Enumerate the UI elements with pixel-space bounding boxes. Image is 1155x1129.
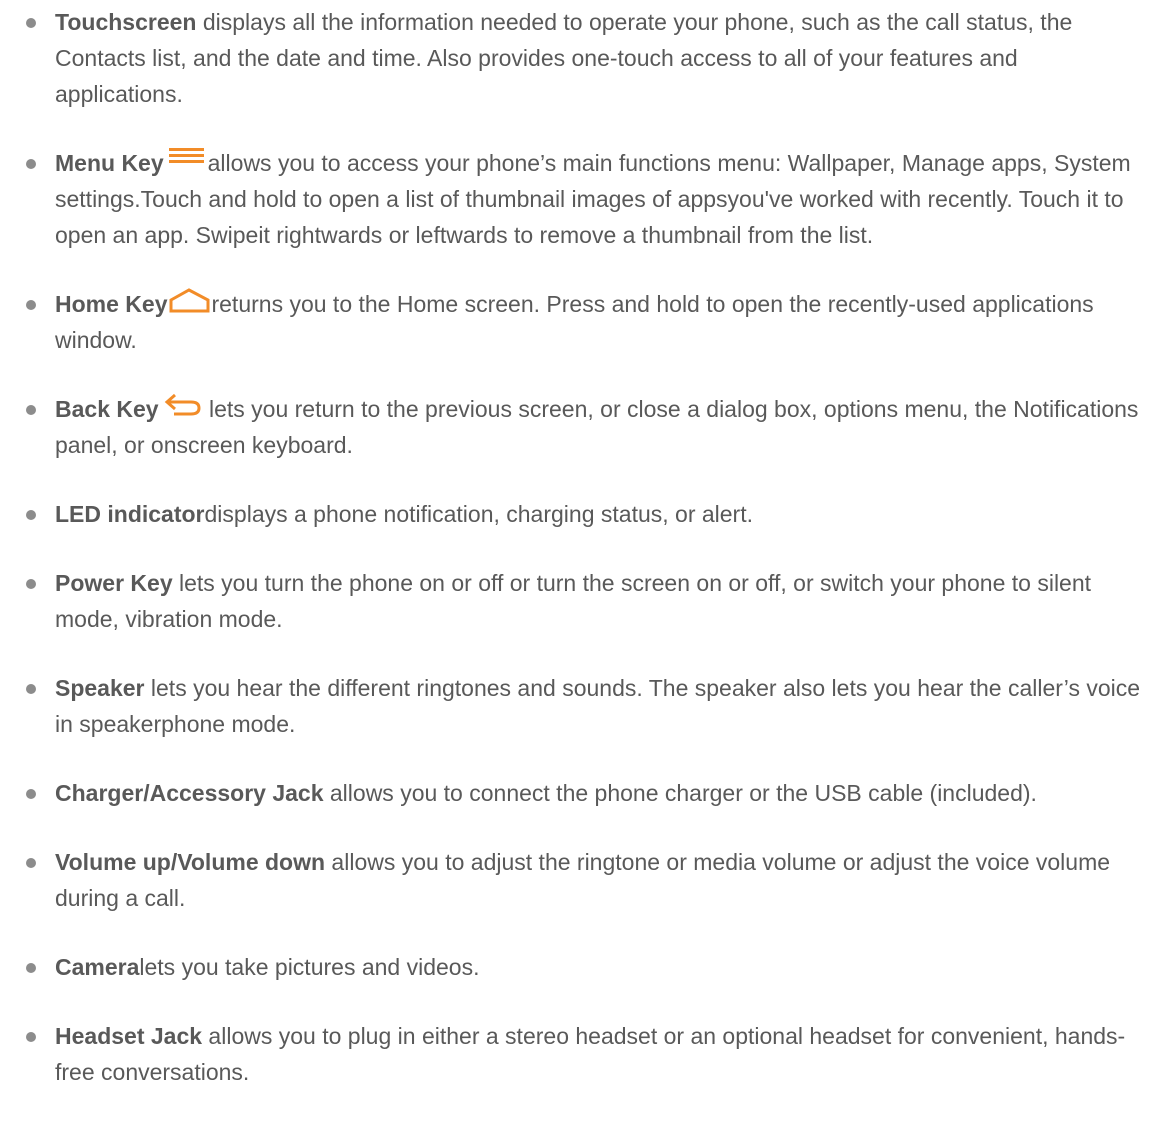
bullet: [26, 963, 36, 973]
item-term: Camera: [55, 954, 140, 980]
item-term: LED indicator: [55, 501, 205, 527]
item-description: allows you to connect the phone charger …: [323, 780, 1037, 806]
item-description: allows you to plug in either a stereo he…: [55, 1023, 1126, 1085]
item-text: Headset Jack allows you to plug in eithe…: [55, 1018, 1145, 1090]
item-text: LED indicatordisplays a phone notificati…: [55, 496, 1145, 532]
back-icon: [163, 391, 203, 421]
item-description: displays a phone notification, charging …: [204, 501, 754, 527]
item-term: Speaker: [55, 675, 145, 701]
home-icon: [168, 286, 211, 316]
bullet: [26, 405, 36, 415]
bullet: [26, 300, 36, 310]
item-text: Touchscreen displays all the information…: [55, 4, 1145, 112]
bullet: [26, 510, 36, 520]
item-text: Menu Key allows you to access your phone’…: [55, 145, 1145, 253]
item-description: lets you hear the different ringtones an…: [55, 675, 1141, 737]
item-description: lets you take pictures and videos.: [139, 954, 480, 980]
item-description: allows you to access your phone’s main f…: [55, 150, 1131, 248]
item-text: Back Key lets you return to the previous…: [55, 391, 1145, 463]
bullet: [26, 579, 36, 589]
bullet: [26, 18, 36, 28]
item-term: Menu Key: [55, 150, 164, 176]
item-description: displays all the information needed to o…: [55, 9, 1073, 107]
item-text: Power Key lets you turn the phone on or …: [55, 565, 1145, 637]
item-term: Touchscreen: [55, 9, 197, 35]
item-text: Home Key returns you to the Home screen. …: [55, 286, 1145, 358]
bullet: [26, 1032, 36, 1042]
item-term: Home Key: [55, 291, 168, 317]
bullet: [26, 789, 36, 799]
item-description: lets you turn the phone on or off or tur…: [55, 570, 1092, 632]
item-text: Cameralets you take pictures and videos.: [55, 949, 1145, 985]
item-description: lets you return to the previous screen, …: [55, 396, 1139, 458]
item-term: Headset Jack: [55, 1023, 203, 1049]
item-term: Back Key: [55, 396, 159, 422]
menu-icon: [166, 145, 206, 175]
item-term: Volume up/Volume down: [55, 849, 326, 875]
item-text: Charger/Accessory Jack allows you to con…: [55, 775, 1145, 811]
bullet: [26, 684, 36, 694]
bullet: [26, 858, 36, 868]
item-text: Volume up/Volume down allows you to adju…: [55, 844, 1145, 916]
item-text: Speaker lets you hear the different ring…: [55, 670, 1145, 742]
item-term: Charger/Accessory Jack: [55, 780, 324, 806]
item-term: Power Key: [55, 570, 173, 596]
bullet: [26, 159, 36, 169]
